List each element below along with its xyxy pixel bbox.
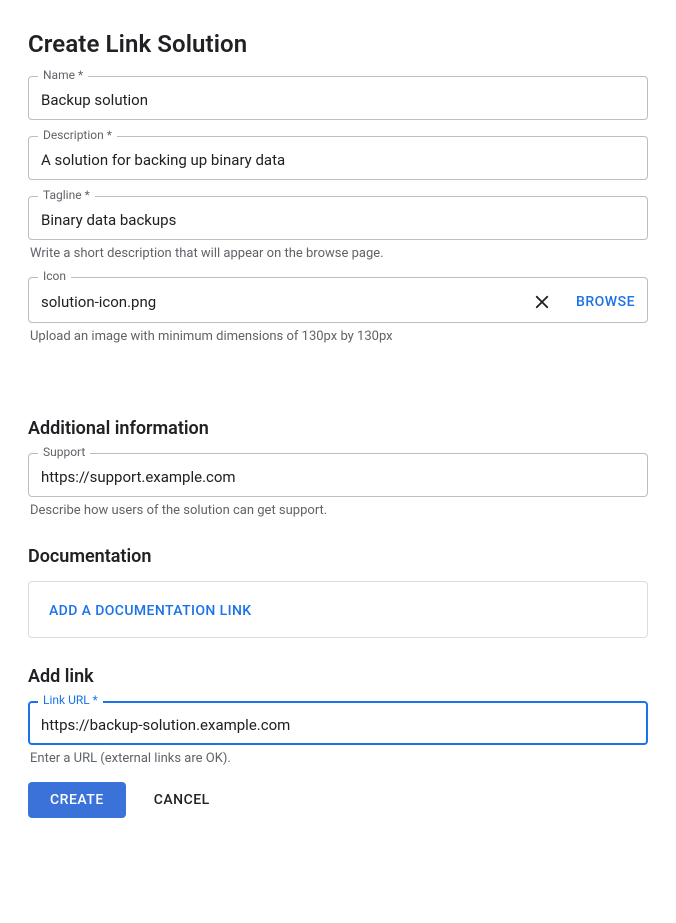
link-url-field-container: Link URL * (28, 701, 648, 745)
name-field-container: Name * (28, 76, 648, 120)
support-label: Support (38, 445, 90, 459)
close-icon[interactable] (532, 292, 552, 312)
tagline-helper: Write a short description that will appe… (28, 246, 648, 261)
name-field-outline[interactable] (28, 76, 648, 120)
add-documentation-link-button[interactable]: ADD A DOCUMENTATION LINK (49, 603, 252, 619)
tagline-field-container: Tagline * (28, 196, 648, 240)
tagline-field-outline[interactable] (28, 196, 648, 240)
description-input[interactable] (41, 151, 635, 169)
create-button[interactable]: CREATE (28, 782, 126, 818)
description-field-outline[interactable] (28, 136, 648, 180)
support-input[interactable] (41, 468, 635, 486)
link-url-label: Link URL * (38, 693, 103, 707)
documentation-box: ADD A DOCUMENTATION LINK (28, 581, 648, 638)
page-title: Create Link Solution (28, 30, 648, 58)
support-field-outline[interactable] (28, 453, 648, 497)
add-link-title: Add link (28, 666, 648, 687)
support-helper: Describe how users of the solution can g… (28, 503, 648, 518)
description-label: Description * (38, 128, 117, 142)
browse-button[interactable]: BROWSE (576, 294, 635, 310)
link-url-input[interactable] (41, 716, 635, 734)
tagline-label: Tagline * (38, 188, 95, 202)
tagline-input[interactable] (41, 211, 635, 229)
icon-field-outline: solution-icon.png BROWSE (28, 277, 648, 323)
documentation-title: Documentation (28, 546, 648, 567)
button-row: CREATE CANCEL (28, 782, 648, 818)
cancel-button[interactable]: CANCEL (154, 792, 210, 808)
icon-field-container: Icon solution-icon.png BROWSE (28, 277, 648, 323)
link-url-field-outline[interactable] (28, 701, 648, 745)
icon-filename: solution-icon.png (41, 293, 532, 311)
icon-helper: Upload an image with minimum dimensions … (28, 329, 648, 344)
description-field-container: Description * (28, 136, 648, 180)
name-input[interactable] (41, 91, 635, 109)
support-field-container: Support (28, 453, 648, 497)
name-label: Name * (38, 68, 88, 82)
additional-info-title: Additional information (28, 418, 648, 439)
icon-label: Icon (38, 269, 71, 283)
link-url-helper: Enter a URL (external links are OK). (28, 751, 648, 766)
